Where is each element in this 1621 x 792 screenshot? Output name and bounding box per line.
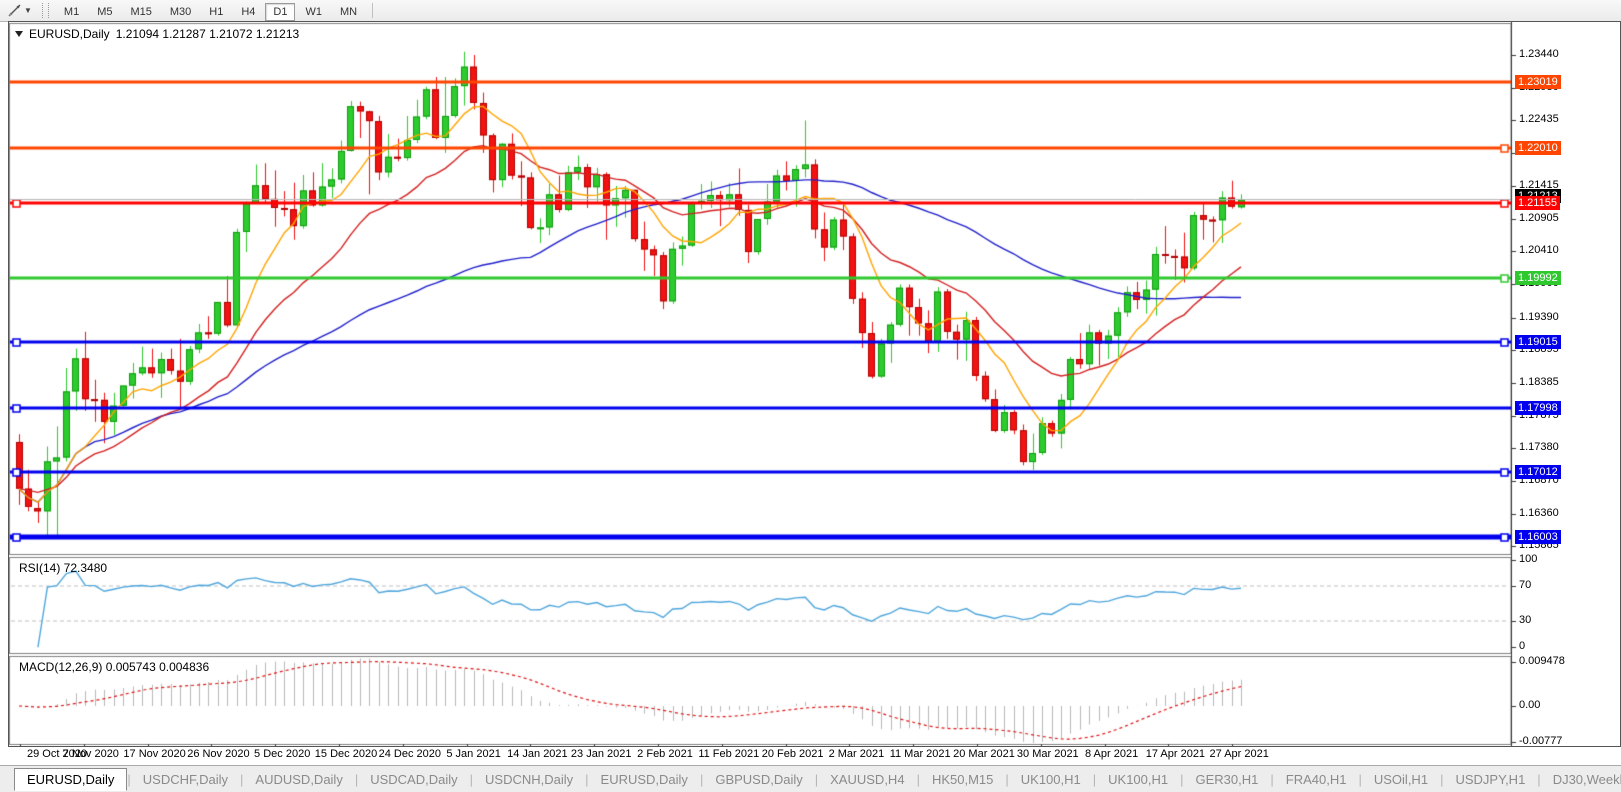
date-label: 20 Feb 2021 [762, 748, 824, 760]
axis-tick-label: 0 [1519, 640, 1525, 652]
level-price-label[interactable]: 1.21155 [1515, 196, 1560, 210]
tabs: EURUSD,Daily|USDCHF,Daily|AUDUSD,Daily|U… [14, 768, 1621, 791]
axis-tick-label: 1.20410 [1519, 244, 1559, 256]
timeframe-toolbar: ▼ M1M5M15M30H1H4D1W1MN [0, 0, 1621, 22]
date-label: 5 Jan 2021 [446, 748, 500, 760]
chart-tab-hk50-m15[interactable]: HK50,M15 [920, 769, 1005, 790]
level-price-label[interactable]: 1.16003 [1515, 530, 1561, 544]
axis-tick-label: 0.00 [1519, 699, 1540, 711]
level-price-label[interactable]: 1.23019 [1515, 75, 1561, 89]
chart-tab-uk100-h1[interactable]: UK100,H1 [1096, 769, 1180, 790]
chart-tab-usdcad-daily[interactable]: USDCAD,Daily [358, 769, 469, 790]
date-label: 7 Nov 2020 [63, 748, 119, 760]
axis-tick-label: 1.17380 [1519, 441, 1559, 453]
level-price-label[interactable]: 1.17012 [1515, 465, 1561, 479]
axis-tick-label: 100 [1519, 553, 1537, 565]
chart-ohlc-values: 1.21094 1.21287 1.21072 1.21213 [116, 27, 300, 41]
date-label: 17 Apr 2021 [1146, 748, 1205, 760]
chart-symbol-label: EURUSD,Daily [29, 27, 110, 41]
date-label: 30 Mar 2021 [1017, 748, 1079, 760]
date-label: 2 Feb 2021 [637, 748, 693, 760]
chart-canvas[interactable] [9, 22, 1620, 746]
axis-tick-label: 1.16360 [1519, 507, 1559, 519]
chart-tab-audusd-daily[interactable]: AUDUSD,Daily [243, 769, 354, 790]
chart-tab-usdcnh-daily[interactable]: USDCNH,Daily [473, 769, 585, 790]
timeframe-button-d1[interactable]: D1 [265, 3, 295, 21]
timeframe-button-h1[interactable]: H1 [201, 3, 231, 21]
axis-tick-label: 1.19390 [1519, 311, 1559, 323]
chart-tab-uk100-h1[interactable]: UK100,H1 [1009, 769, 1093, 790]
chart-tab-fra40-h1[interactable]: FRA40,H1 [1274, 769, 1359, 790]
date-label: 26 Nov 2020 [187, 748, 249, 760]
timeframe-buttons: M1M5M15M30H1H4D1W1MN [55, 2, 366, 20]
chart-tab-gbpusd-daily[interactable]: GBPUSD,Daily [703, 769, 814, 790]
axis-tick-label: 1.22435 [1519, 113, 1559, 125]
level-price-label[interactable]: 1.17998 [1515, 401, 1561, 415]
level-price-label[interactable]: 1.22010 [1515, 141, 1561, 155]
date-label: 15 Dec 2020 [315, 748, 377, 760]
toolbar-grip[interactable] [42, 3, 49, 18]
date-label: 27 Apr 2021 [1210, 748, 1269, 760]
timeframe-button-w1[interactable]: W1 [297, 3, 330, 21]
timeframe-button-mn[interactable]: MN [332, 3, 365, 21]
date-label: 11 Feb 2021 [698, 748, 759, 760]
timeframe-button-m15[interactable]: M15 [122, 3, 159, 21]
axis-tick-label: 70 [1519, 579, 1531, 591]
axis-tick-label: 0.009478 [1519, 655, 1565, 667]
chart-menu-arrow-icon[interactable] [15, 31, 23, 37]
axis-tick-label: 1.20905 [1519, 212, 1559, 224]
toolbar-separator [372, 3, 373, 18]
axis-tick-label: -0.00777 [1519, 735, 1562, 747]
macd-indicator-label: MACD(12,26,9) 0.005743 0.004836 [19, 660, 209, 674]
date-label: 24 Dec 2020 [379, 748, 441, 760]
axis-tick-label: 1.23440 [1519, 48, 1559, 60]
level-price-label[interactable]: 1.19015 [1515, 335, 1561, 349]
chart-tab-eurusd-daily[interactable]: EURUSD,Daily [589, 769, 700, 790]
timeframe-button-m5[interactable]: M5 [89, 3, 120, 21]
chart-tab-xauusd-h4[interactable]: XAUUSD,H4 [818, 769, 916, 790]
date-label: 8 Apr 2021 [1085, 748, 1138, 760]
chart-tab-dj30-weekly[interactable]: DJ30,Weekly [1541, 769, 1621, 790]
date-label: 14 Jan 2021 [507, 748, 568, 760]
line-studies-icon[interactable] [4, 3, 24, 19]
axis-tick-label: 1.18385 [1519, 376, 1559, 388]
date-label: 2 Mar 2021 [829, 748, 885, 760]
chart-tab-ger30-h1[interactable]: GER30,H1 [1184, 769, 1271, 790]
date-label: 23 Jan 2021 [571, 748, 632, 760]
chart-window: EURUSD,Daily 1.21094 1.21287 1.21072 1.2… [8, 21, 1621, 747]
timeframe-button-m30[interactable]: M30 [162, 3, 199, 21]
date-label: 20 Mar 2021 [953, 748, 1015, 760]
timeframe-button-m1[interactable]: M1 [56, 3, 87, 21]
rsi-indicator-label: RSI(14) 72.3480 [19, 561, 107, 575]
date-label: 5 Dec 2020 [254, 748, 310, 760]
toolbar-dropdown-arrow-icon[interactable]: ▼ [24, 6, 32, 15]
chart-tab-bar: EURUSD,Daily|USDCHF,Daily|AUDUSD,Daily|U… [0, 765, 1621, 792]
date-label: 11 Mar 2021 [890, 748, 951, 760]
chart-tab-eurusd-daily[interactable]: EURUSD,Daily [14, 768, 127, 791]
mt4-terminal: ▼ M1M5M15M30H1H4D1W1MN EURUSD,Daily 1.21… [0, 0, 1621, 792]
chart-tab-usdchf-daily[interactable]: USDCHF,Daily [131, 769, 240, 790]
chart-tab-usoil-h1[interactable]: USOil,H1 [1362, 769, 1440, 790]
chart-title: EURUSD,Daily 1.21094 1.21287 1.21072 1.2… [15, 27, 299, 41]
axis-tick-label: 30 [1519, 614, 1531, 626]
level-price-label[interactable]: 1.19992 [1515, 271, 1561, 285]
date-label: 17 Nov 2020 [123, 748, 185, 760]
date-axis: 29 Oct 20207 Nov 202017 Nov 202026 Nov 2… [8, 747, 1508, 763]
timeframe-button-h4[interactable]: H4 [233, 3, 263, 21]
chart-tab-usdjpy-h1[interactable]: USDJPY,H1 [1443, 769, 1537, 790]
